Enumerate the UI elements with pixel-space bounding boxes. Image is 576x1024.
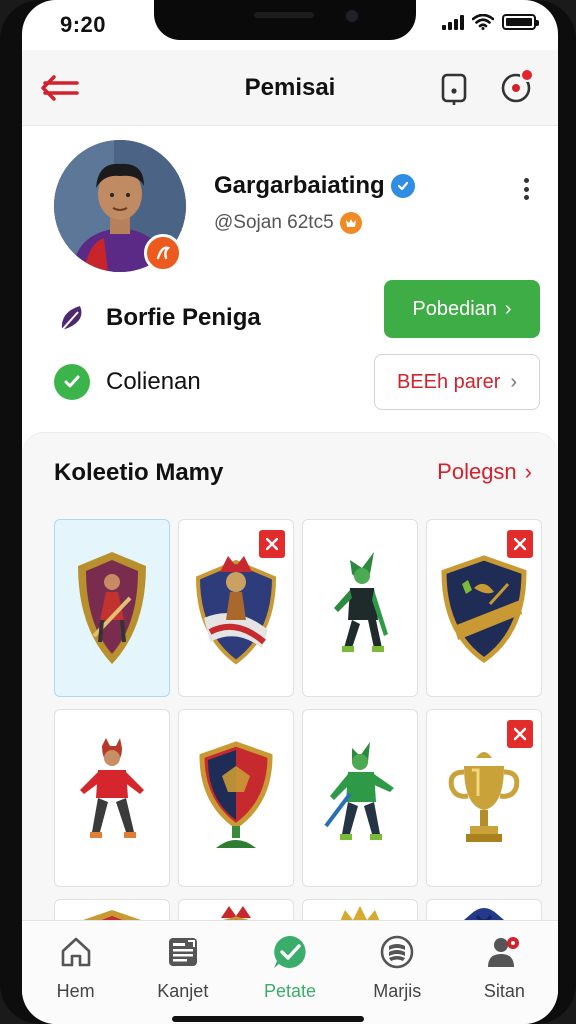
wifi-icon [472, 14, 494, 30]
lock-button[interactable] [436, 70, 472, 106]
collection-item-partial[interactable] [426, 899, 542, 922]
more-options-button[interactable] [516, 174, 536, 204]
feather-icon [61, 306, 82, 331]
tab-marjis-label: Marjis [373, 981, 422, 1001]
tab-marjis[interactable]: Marjis [344, 921, 451, 1024]
avatar-badge-icon [144, 234, 182, 272]
gold-trophy-icon [448, 752, 520, 842]
tab-kanjet-label: Kanjet [157, 981, 209, 1001]
remove-item-button[interactable] [259, 530, 285, 558]
profile-handle-text: @Sojan 62tc5 [214, 212, 334, 233]
collection-item-shield-warrior[interactable] [178, 519, 294, 697]
collection-item-partial[interactable] [302, 899, 418, 922]
tab-home-label: Hem [56, 981, 95, 1001]
speaker [254, 12, 314, 18]
remove-item-button[interactable] [507, 530, 533, 558]
chevron-right-icon: › [510, 370, 518, 393]
home-indicator [172, 1016, 364, 1022]
status-time: 9:20 [60, 12, 107, 37]
collection-title: Koleetio Mamy [54, 459, 224, 486]
info-row-primary-label: Borfie Peniga [106, 304, 261, 331]
tab-home[interactable]: Hem [22, 921, 129, 1024]
lock-icon [441, 73, 467, 105]
green-figure-2-icon [324, 742, 394, 840]
signal-icon [442, 14, 464, 30]
red-figure-icon [80, 738, 144, 838]
collection-grid [54, 519, 544, 922]
profile-handle: @Sojan 62tc5 [214, 212, 362, 234]
chevron-right-icon: › [524, 459, 532, 484]
info-row-primary: Borfie Peniga [54, 300, 261, 336]
newspaper-icon [164, 933, 202, 971]
tab-petate-label: Petate [263, 981, 317, 1001]
rank-badge-icon [339, 212, 362, 234]
shield-player-icon [78, 552, 146, 664]
camera [346, 10, 358, 22]
notification-badge [520, 68, 534, 82]
status-icons [442, 14, 539, 30]
remove-item-button[interactable] [507, 720, 533, 748]
collection-link-label: Polegsn [437, 459, 517, 484]
collection-item-green-figure-2[interactable] [302, 709, 418, 887]
collection-item-partial[interactable] [54, 899, 170, 922]
page-title: Pemisai [244, 74, 336, 101]
trophy-shield-icon [199, 741, 273, 848]
home-icon [57, 933, 95, 971]
shield-warrior-icon [195, 556, 277, 665]
close-icon [513, 537, 527, 551]
collection-item-green-figure[interactable] [302, 519, 418, 697]
profile-settings-icon [485, 933, 523, 971]
collection-item-blue-shield[interactable] [426, 519, 542, 697]
collection-item-red-figure[interactable] [54, 709, 170, 887]
check-bubble-icon [271, 933, 309, 971]
collection-item-shield-player[interactable] [54, 519, 170, 697]
collection-item-partial[interactable] [178, 899, 294, 922]
secondary-action-label: BEEh parer [396, 370, 501, 393]
tab-kanjet[interactable]: Kanjet [129, 921, 236, 1024]
info-row-secondary: Colienan [54, 364, 201, 400]
notch [154, 0, 416, 40]
primary-action-button[interactable]: Pobedian › [384, 280, 540, 338]
secondary-action-button[interactable]: BEEh parer › [374, 354, 540, 410]
primary-action-label: Pobedian [412, 297, 497, 320]
tab-bar: Hem Kanjet Petate Marjis Sitan [22, 920, 558, 1024]
tab-sitan-label: Sitan [483, 981, 525, 1001]
green-figure-icon [334, 552, 388, 652]
info-row-secondary-label: Colienan [106, 368, 201, 395]
profile-name: Gargarbaiating [214, 172, 415, 200]
blue-shield-icon [441, 555, 527, 664]
profile-name-text: Gargarbaiating [214, 172, 385, 199]
battery-icon [502, 14, 539, 30]
notifications-button[interactable] [498, 68, 534, 106]
collection-item-trophy-shield[interactable] [178, 709, 294, 887]
collection-view-all-link[interactable]: Polegsn › [437, 459, 532, 485]
tab-sitan[interactable]: Sitan [451, 921, 558, 1024]
tab-petate[interactable]: Petate [236, 921, 343, 1024]
verified-icon [390, 174, 415, 198]
cards-icon [378, 933, 416, 971]
collection-panel: Koleetio Mamy Polegsn › [22, 432, 558, 922]
phone-frame: 9:20 Pemisai Gargarbaiating @Sojan 62tc5… [0, 0, 576, 1024]
profile-section: Gargarbaiating @Sojan 62tc5 Borfie Penig… [22, 126, 558, 436]
check-circle-icon [54, 364, 90, 400]
screen: 9:20 Pemisai Gargarbaiating @Sojan 62tc5… [22, 0, 558, 1024]
collection-item-gold-trophy[interactable] [426, 709, 542, 887]
top-bar: Pemisai [22, 50, 558, 126]
close-icon [513, 727, 527, 741]
close-icon [265, 537, 279, 551]
chevron-right-icon: › [504, 297, 512, 320]
